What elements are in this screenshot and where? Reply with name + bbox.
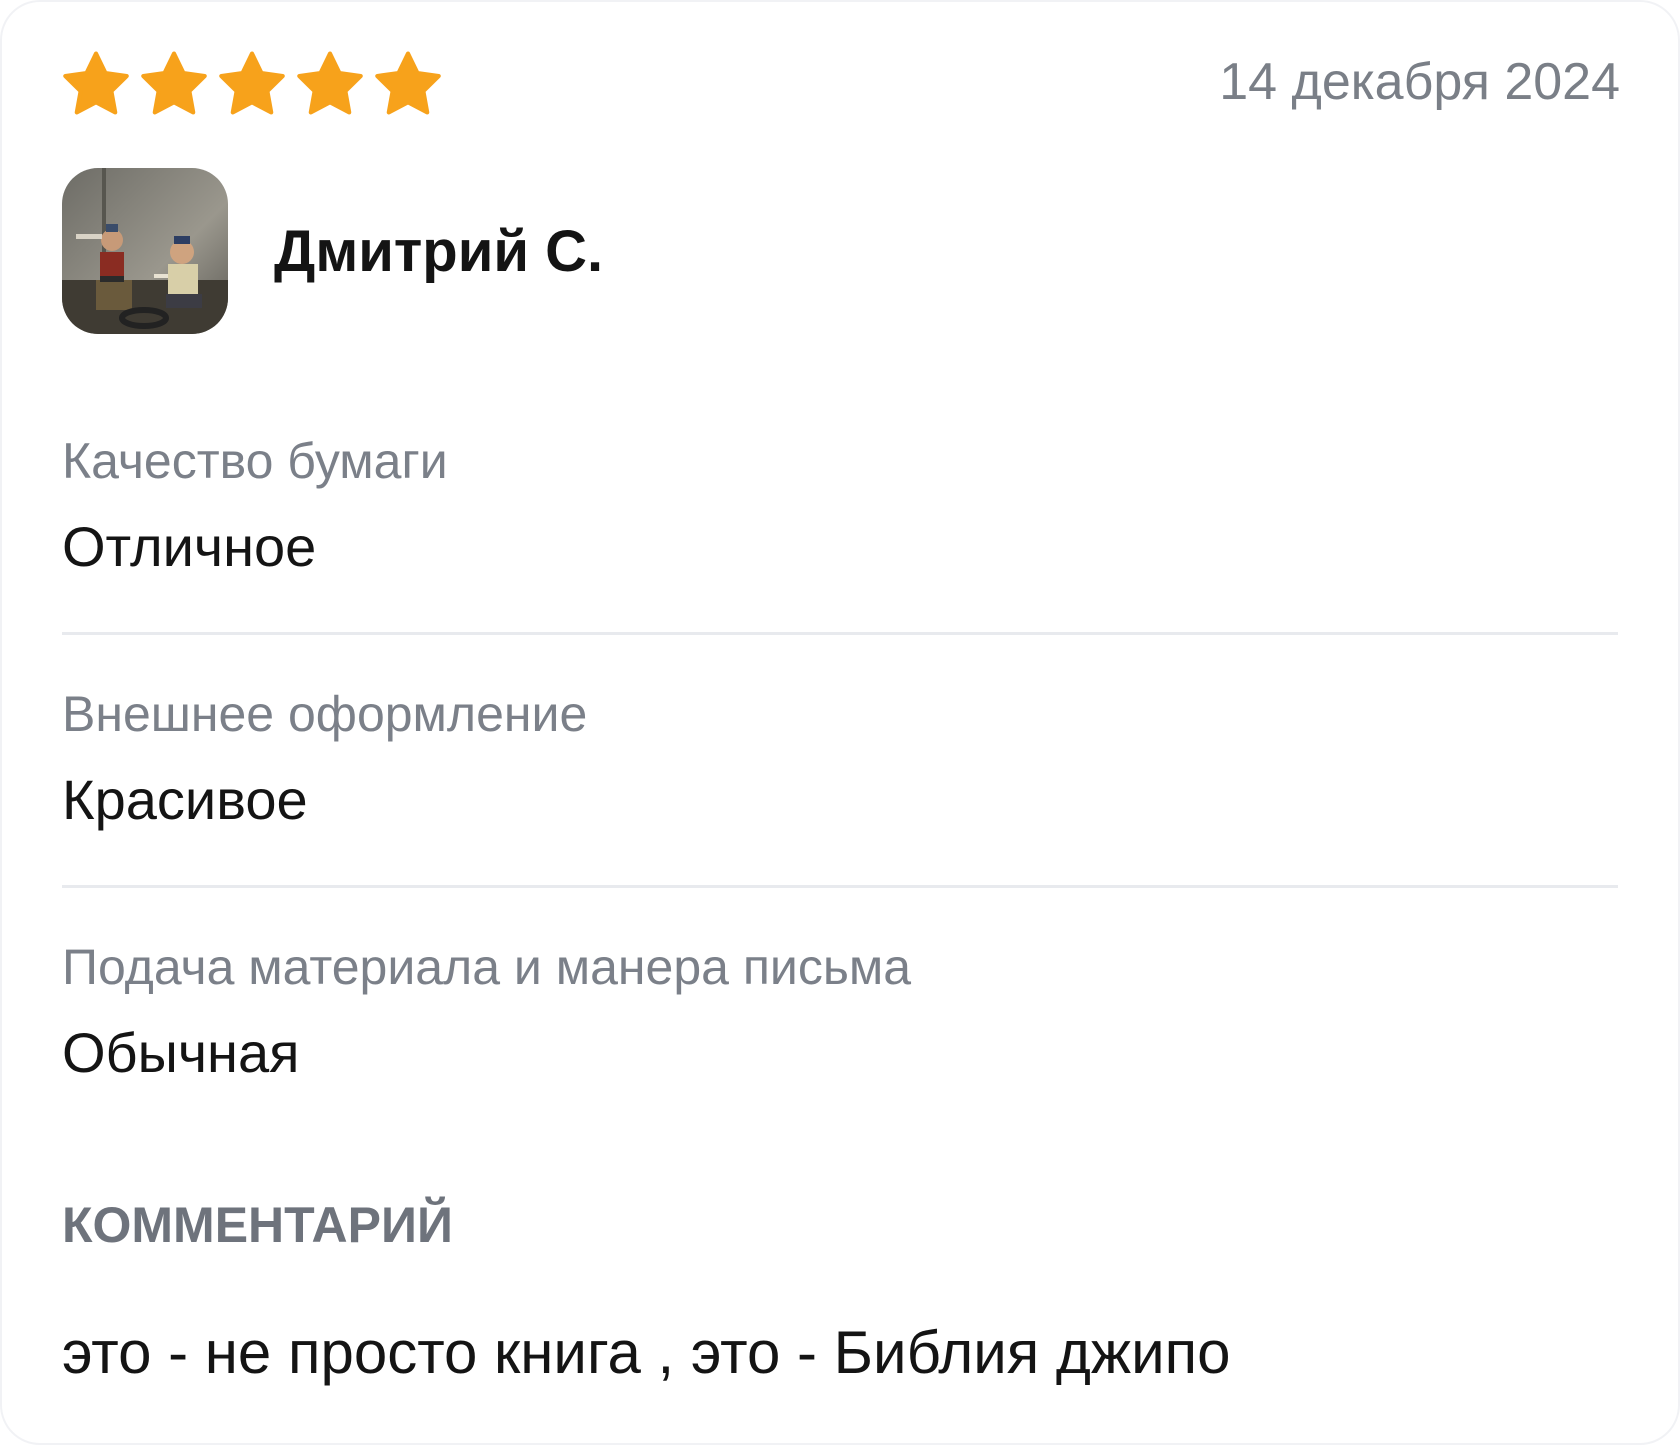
author-block[interactable]: Дмитрий С. (62, 168, 603, 334)
author-name[interactable]: Дмитрий С. (274, 218, 603, 285)
criterion-label: Внешнее оформление (62, 686, 588, 742)
criterion-writing-style: Подача материала и манера письма Обычная (62, 938, 1618, 1191)
star-icon (63, 51, 129, 115)
criterion-value: Отличное (62, 515, 317, 578)
star-icon (297, 51, 363, 115)
divider (62, 885, 1618, 888)
comment-heading: КОММЕНТАРИЙ (62, 1197, 453, 1253)
avatar[interactable] (62, 168, 228, 334)
criterion-label: Качество бумаги (62, 433, 448, 489)
criterion-paper-quality: Качество бумаги Отличное (62, 432, 1618, 685)
divider (62, 632, 1618, 635)
star-icon (375, 51, 441, 115)
review-date: 14 декабря 2024 (1219, 53, 1620, 111)
rating-stars (60, 50, 444, 118)
criterion-value: Красивое (62, 768, 308, 831)
criterion-label: Подача материала и манера письма (62, 939, 912, 995)
star-icon (141, 51, 207, 115)
review-card: 14 декабря 2024 Дмитрий С. Качество бума… (0, 0, 1680, 1445)
criterion-value: Обычная (62, 1021, 300, 1084)
star-icon (219, 51, 285, 115)
comment-text: это - не просто книга , это - Библия джи… (62, 1319, 1231, 1386)
criterion-appearance: Внешнее оформление Красивое (62, 685, 1618, 938)
criteria-list: Качество бумаги Отличное Внешнее оформле… (62, 432, 1618, 1191)
